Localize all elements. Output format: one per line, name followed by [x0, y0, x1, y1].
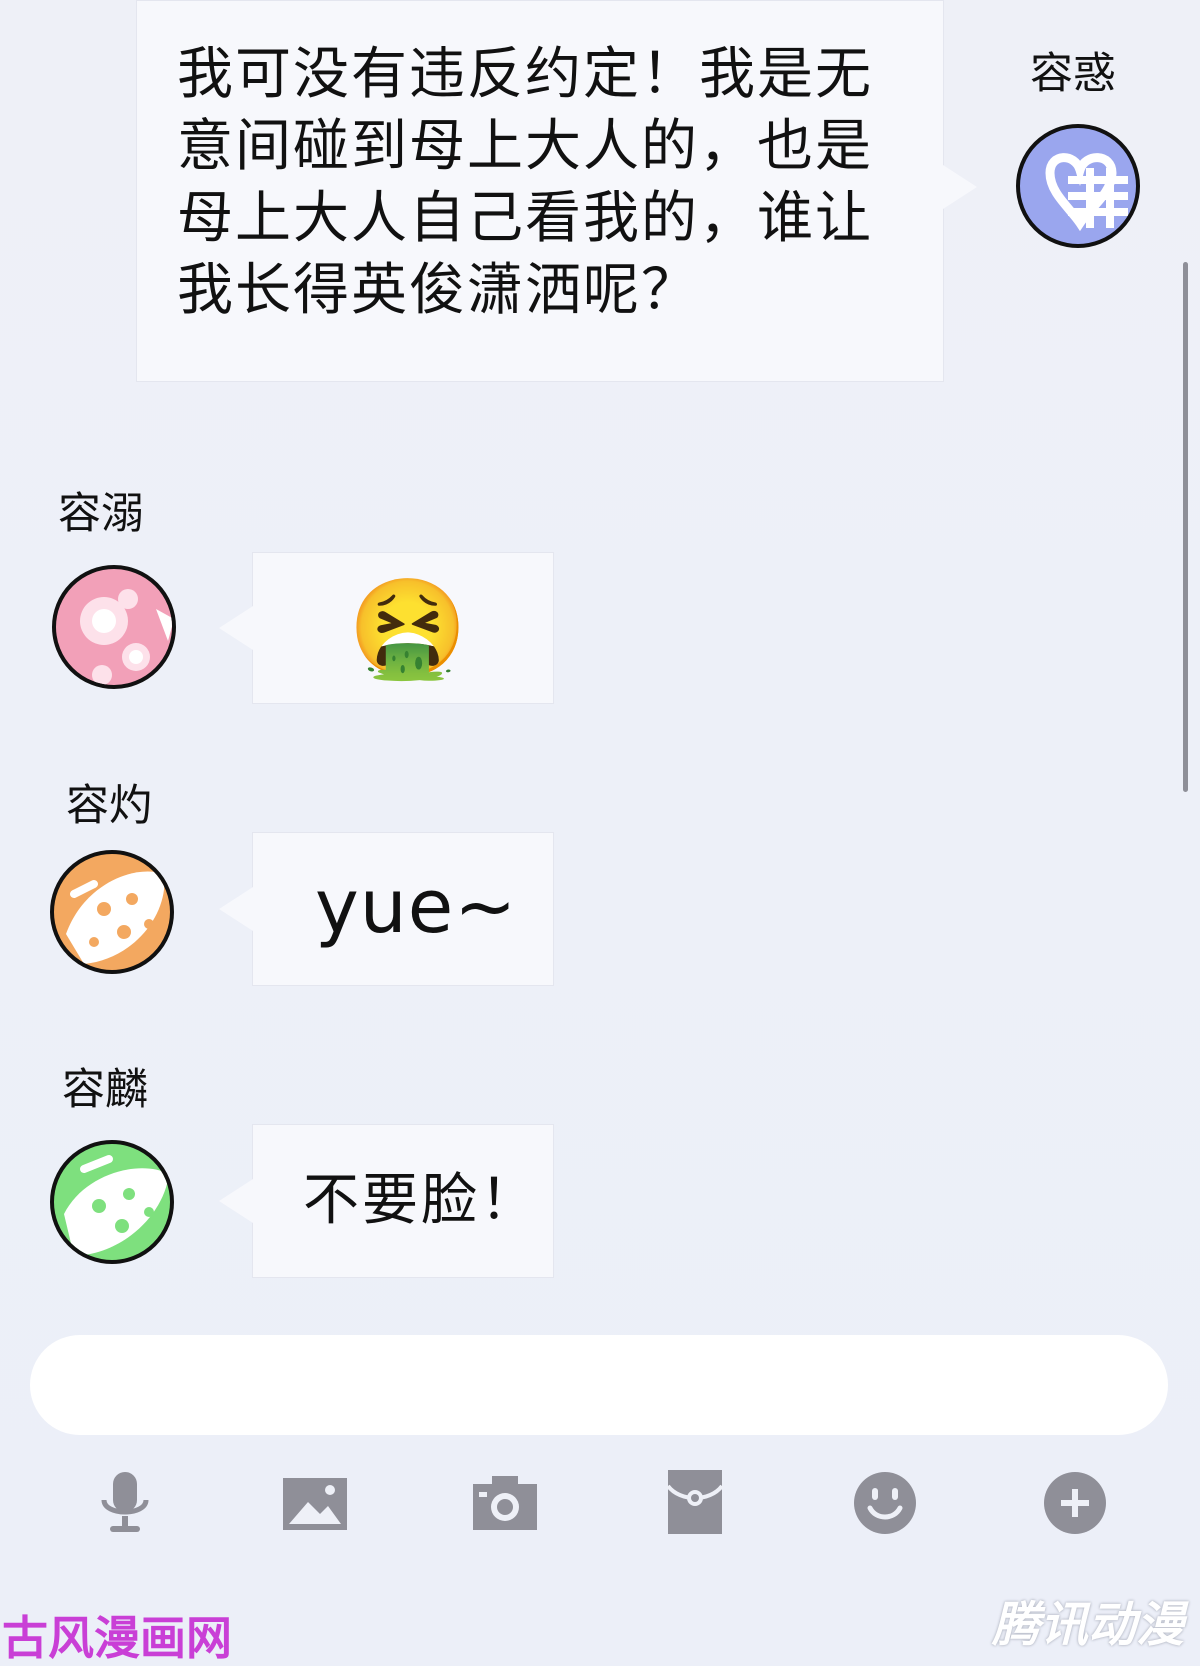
avatar-rong-zhuo[interactable]	[50, 850, 174, 974]
sender-name-rong-ni: 容溺	[58, 489, 144, 539]
vomit-emoji: 🤮	[348, 572, 468, 684]
message-text-rong-zhuo: yue~	[315, 864, 518, 950]
sender-name-rong-huo: 容惑	[1030, 49, 1116, 99]
red-packet-icon[interactable]	[660, 1468, 730, 1538]
message-text-rong-huo: 我可没有违反约定！我是无 意间碰到母上大人的，也是 母上大人自己看我的，谁让 我…	[177, 39, 873, 327]
emoji-icon[interactable]	[850, 1468, 920, 1538]
heart-pattern-icon	[1045, 153, 1128, 232]
camera-icon[interactable]	[470, 1468, 540, 1538]
message-input[interactable]	[30, 1335, 1168, 1435]
chat-scrollbar[interactable]	[1183, 262, 1188, 792]
dotted-leaf-pattern-icon	[64, 1155, 169, 1256]
message-bubble-rong-ni: 🤮	[252, 552, 554, 704]
message-text-rong-lin: 不要脸！	[303, 1168, 539, 1233]
sender-name-rong-lin: 容麟	[62, 1065, 148, 1115]
message-bubble-rong-huo: 我可没有违反约定！我是无 意间碰到母上大人的，也是 母上大人自己看我的，谁让 我…	[136, 0, 977, 382]
dotted-leaf-pattern-icon	[66, 871, 165, 964]
watermark-left: 古风漫画网	[2, 1611, 232, 1665]
watermark-right: 腾讯动漫	[992, 1597, 1185, 1653]
message-line: 母上大人自己看我的，谁让	[177, 186, 873, 251]
sender-name-rong-zhuo: 容灼	[66, 781, 152, 831]
message-line: 我可没有违反约定！我是无	[177, 42, 873, 107]
bubble-pattern-icon	[80, 589, 172, 685]
avatar-rong-huo[interactable]	[1016, 124, 1140, 248]
avatar-rong-lin[interactable]	[50, 1140, 174, 1264]
message-line: 意间碰到母上大人的，也是	[177, 114, 873, 179]
plus-icon[interactable]	[1040, 1468, 1110, 1538]
avatar-rong-ni[interactable]	[52, 565, 176, 689]
message-bubble-rong-zhuo: yue~	[252, 832, 554, 986]
image-icon[interactable]	[280, 1468, 350, 1538]
microphone-icon[interactable]	[90, 1468, 160, 1538]
message-bubble-rong-lin: 不要脸！	[252, 1124, 554, 1278]
message-line: 我长得英俊潇洒呢？	[177, 258, 699, 323]
